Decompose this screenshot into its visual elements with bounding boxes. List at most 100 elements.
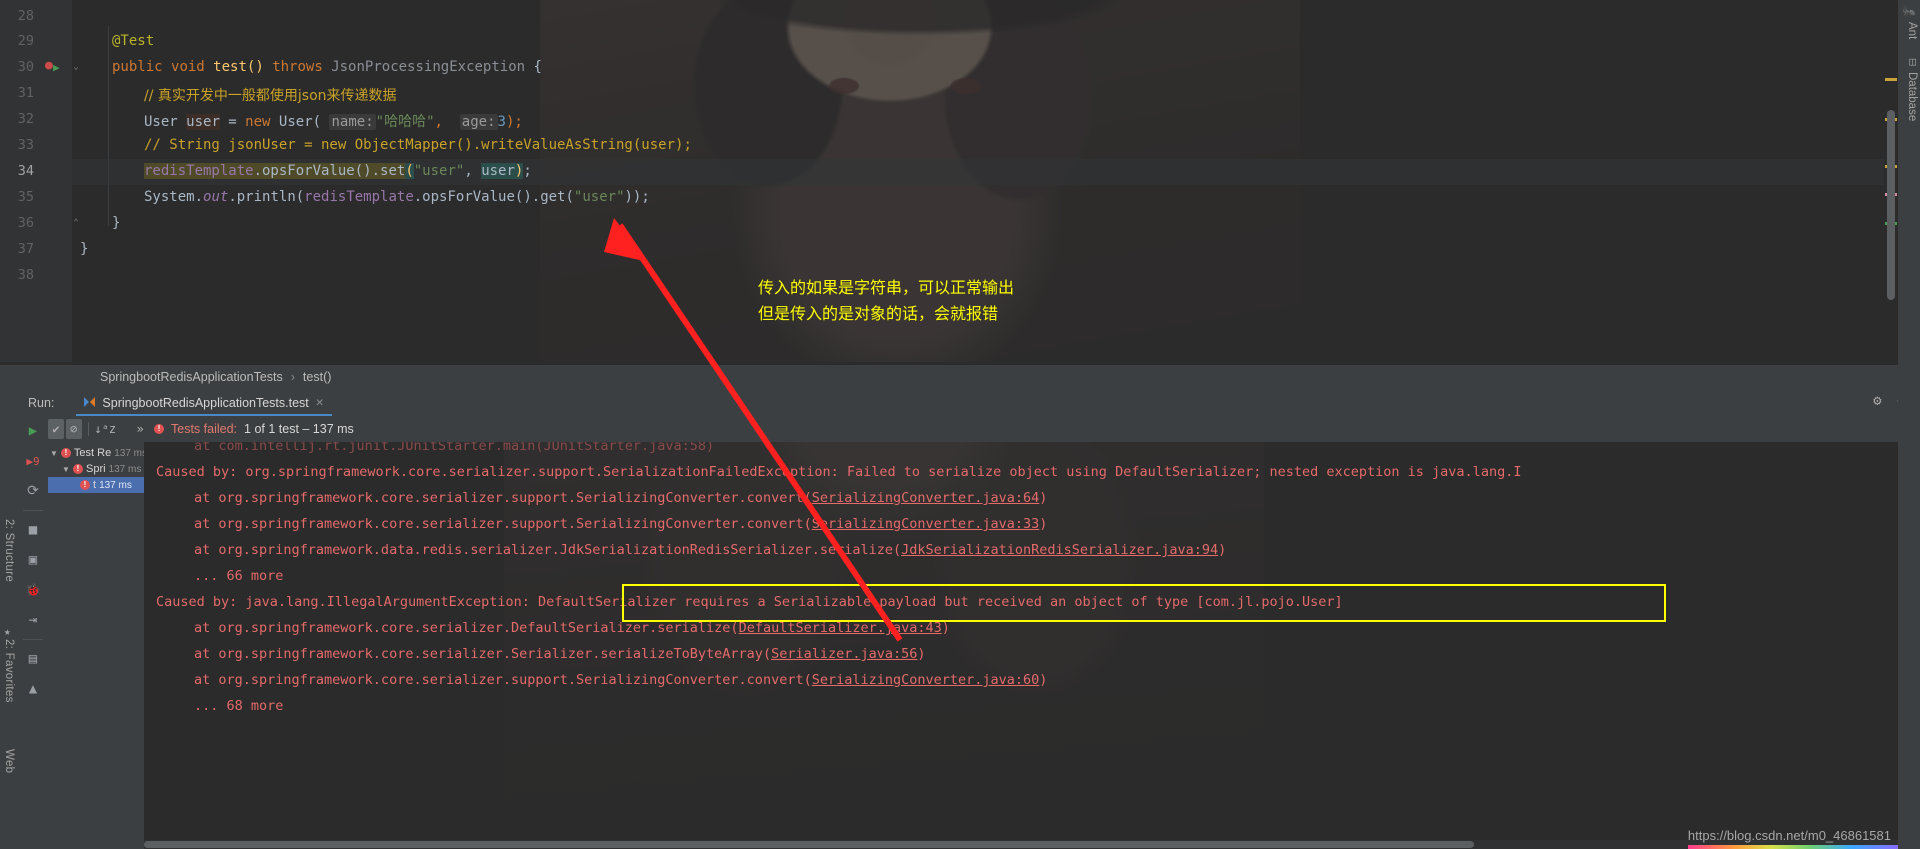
call-get: .get( bbox=[531, 189, 574, 205]
code-line-36[interactable]: } bbox=[112, 215, 120, 231]
rerun-button[interactable]: ▶ bbox=[18, 416, 48, 446]
console-line-10[interactable]: ... 68 more bbox=[194, 698, 283, 714]
console-line-7[interactable]: at org.springframework.core.serializer.D… bbox=[194, 620, 950, 636]
console-line-1[interactable]: Caused by: org.springframework.core.seri… bbox=[156, 464, 1521, 480]
line-number-29: 29 bbox=[17, 33, 34, 49]
toolbar-divider-3 bbox=[87, 422, 89, 436]
sidebar-item-ant[interactable]: Ant bbox=[1906, 22, 1918, 39]
breakpoint-icon[interactable]: ● bbox=[45, 58, 53, 73]
code-line-31[interactable]: // 真实开发中一般都使用json来传递数据 bbox=[144, 85, 397, 105]
sort-alphabetically-button[interactable]: ↓ᵃz bbox=[94, 419, 116, 439]
sidebar-item-database[interactable]: Database bbox=[1906, 72, 1918, 121]
import-tests-icon[interactable]: ⇥ bbox=[18, 605, 48, 635]
tab-run-configuration[interactable]: SpringbootRedisApplicationTests.test ✕ bbox=[76, 389, 332, 416]
code-line-30[interactable]: public void test() throws JsonProcessing… bbox=[112, 59, 542, 75]
string-haha: "哈哈哈" bbox=[375, 114, 435, 130]
console-line-9[interactable]: at org.springframework.core.serializer.s… bbox=[194, 672, 1047, 688]
star-icon: ★ bbox=[4, 625, 11, 638]
code-line-34[interactable]: redisTemplate.opsForValue().set("user", … bbox=[144, 163, 532, 179]
console-link-2[interactable]: SerializingConverter.java:64 bbox=[812, 490, 1040, 506]
call-set: .set bbox=[371, 163, 406, 179]
out-token: out bbox=[203, 189, 229, 205]
layout-icon[interactable]: ▤ bbox=[18, 644, 48, 674]
fold-expand-icon[interactable]: ⌃ bbox=[70, 218, 82, 230]
console-line-0[interactable]: at com.intellij.rt.junit.JUnitStarter.ma… bbox=[194, 442, 714, 454]
code-line-35[interactable]: System.out.println(redisTemplate.opsForV… bbox=[144, 189, 650, 205]
gear-icon[interactable]: ⚙ bbox=[1873, 393, 1881, 409]
console-link-8[interactable]: Serializer.java:56 bbox=[771, 646, 917, 662]
console-line-5[interactable]: ... 66 more bbox=[194, 568, 283, 584]
editor-marker-bar[interactable] bbox=[1884, 0, 1898, 362]
sidebar-item-structure[interactable]: 2: Structure bbox=[3, 519, 15, 582]
fold-collapse-icon[interactable]: ⌄ bbox=[70, 62, 82, 74]
console-horizontal-scrollbar[interactable] bbox=[144, 840, 1920, 849]
error-icon-3: ! bbox=[80, 480, 90, 490]
identifier-user: user bbox=[186, 114, 220, 130]
chevron-down-icon-2[interactable]: ▼ bbox=[62, 465, 70, 474]
test-tree-time-2: 137 ms bbox=[99, 479, 132, 491]
code-line-29[interactable]: @Test bbox=[112, 33, 154, 49]
show-passed-toggle[interactable]: ✔ bbox=[48, 419, 64, 439]
run-test-gutter-icon[interactable]: ▶ bbox=[53, 61, 60, 74]
screenshot-icon[interactable]: ▣ bbox=[18, 545, 48, 575]
chevron-down-icon-1[interactable]: ▼ bbox=[50, 449, 58, 458]
kw-new-1: new bbox=[245, 114, 271, 130]
test-results-toolbar: ✔ ⊘ ↓ᵃz » bbox=[48, 416, 148, 442]
console-link-4[interactable]: JdkSerializationRedisSerializer.java:94 bbox=[901, 542, 1218, 558]
code-editor[interactable]: 28 29 30 31 32 33 34 35 36 37 38 ● ▶ ⌄ ⌃… bbox=[0, 0, 1920, 362]
test-status-line: ! Tests failed: 1 of 1 test – 137 ms bbox=[144, 416, 1920, 442]
test-tree-row-class[interactable]: ▼ ! Spri 137 ms bbox=[48, 461, 144, 477]
test-tree-row-method[interactable]: ! t 137 ms bbox=[48, 477, 144, 493]
annotation-note-line2: 但是传入的是对象的话，会就报错 bbox=[758, 304, 999, 323]
call-opsforvalue-2: .opsForValue() bbox=[413, 189, 532, 205]
code-line-37[interactable]: } bbox=[80, 241, 88, 257]
comment-chinese: // 真实开发中一般都使用json来传递数据 bbox=[144, 88, 397, 104]
show-ignored-toggle[interactable]: ⊘ bbox=[65, 419, 82, 439]
sidebar-item-favorites[interactable]: 2: Favorites bbox=[3, 639, 15, 703]
kw-throws: throws bbox=[272, 59, 323, 75]
console-line-4[interactable]: at org.springframework.data.redis.serial… bbox=[194, 542, 1226, 558]
console-line-8[interactable]: at org.springframework.core.serializer.S… bbox=[194, 646, 926, 662]
console-line-3[interactable]: at org.springframework.core.serializer.s… bbox=[194, 516, 1047, 532]
breadcrumb-class[interactable]: SpringbootRedisApplicationTests bbox=[100, 370, 283, 384]
stop-button[interactable]: ■ bbox=[18, 515, 48, 545]
console-line-7-tail: ) bbox=[941, 620, 950, 636]
debug-icon[interactable]: 🐞 bbox=[18, 575, 48, 605]
line-number-35: 35 bbox=[17, 189, 34, 205]
test-tree[interactable]: ▼ ! Test Re 137 ms ▼ ! Spri 137 ms ! t 1… bbox=[48, 445, 144, 840]
right-tool-rail: 🐜 Ant ◫ Database bbox=[1898, 0, 1920, 849]
scroll-up-icon[interactable]: ▲ bbox=[18, 674, 48, 704]
console-line-7-text: at org.springframework.core.serializer.D… bbox=[194, 620, 739, 636]
error-icon: ! bbox=[154, 424, 164, 434]
run-left-toolbar: ▶ ▶9 ⟳ ■ ▣ 🐞 ⇥ ▤ ▲ bbox=[18, 416, 48, 849]
editor-vertical-scrollbar[interactable] bbox=[1887, 110, 1895, 300]
code-line-33[interactable]: // String jsonUser = new ObjectMapper().… bbox=[144, 137, 692, 153]
toolbar-divider-2 bbox=[23, 639, 43, 640]
rerun-failed-tests-button[interactable]: ▶9 bbox=[18, 446, 48, 476]
console-output[interactable]: at com.intellij.rt.junit.JUnitStarter.ma… bbox=[144, 442, 1920, 849]
test-tree-row-results[interactable]: ▼ ! Test Re 137 ms bbox=[48, 445, 144, 461]
console-line-2-text: at org.springframework.core.serializer.s… bbox=[194, 490, 812, 506]
console-link-3[interactable]: SerializingConverter.java:33 bbox=[812, 516, 1040, 532]
breadcrumb[interactable]: SpringbootRedisApplicationTests › test() bbox=[0, 365, 1920, 389]
line-number-38: 38 bbox=[17, 267, 34, 283]
console-link-9[interactable]: SerializingConverter.java:60 bbox=[812, 672, 1040, 688]
console-line-2[interactable]: at org.springframework.core.serializer.s… bbox=[194, 490, 1047, 506]
run-tool-window: Run: SpringbootRedisApplicationTests.tes… bbox=[0, 389, 1920, 849]
database-icon: ◫ bbox=[1909, 55, 1916, 68]
field-redistemplate-2: redisTemplate bbox=[304, 189, 414, 205]
breadcrumb-method[interactable]: test() bbox=[303, 370, 331, 384]
console-link-7[interactable]: DefaultSerializer.java:43 bbox=[739, 620, 942, 636]
marker-warning-1[interactable] bbox=[1885, 78, 1897, 81]
code-line-32[interactable]: User user = new User( name: "哈哈哈", age: 3)… bbox=[144, 111, 523, 131]
console-line-2-tail: ) bbox=[1039, 490, 1048, 506]
test-status-detail: 1 of 1 test – 137 ms bbox=[244, 422, 354, 436]
console-line-8-tail: ) bbox=[917, 646, 926, 662]
tail-token: )); bbox=[624, 189, 650, 205]
sidebar-item-web[interactable]: Web bbox=[3, 749, 15, 773]
console-line-6[interactable]: Caused by: java.lang.IllegalArgumentExce… bbox=[156, 594, 1343, 610]
console-line-4-tail: ) bbox=[1218, 542, 1227, 558]
editor-gutter-icons[interactable] bbox=[40, 0, 72, 362]
close-icon[interactable]: ✕ bbox=[316, 395, 324, 410]
toggle-auto-test-icon[interactable]: ⟳ bbox=[18, 476, 48, 506]
